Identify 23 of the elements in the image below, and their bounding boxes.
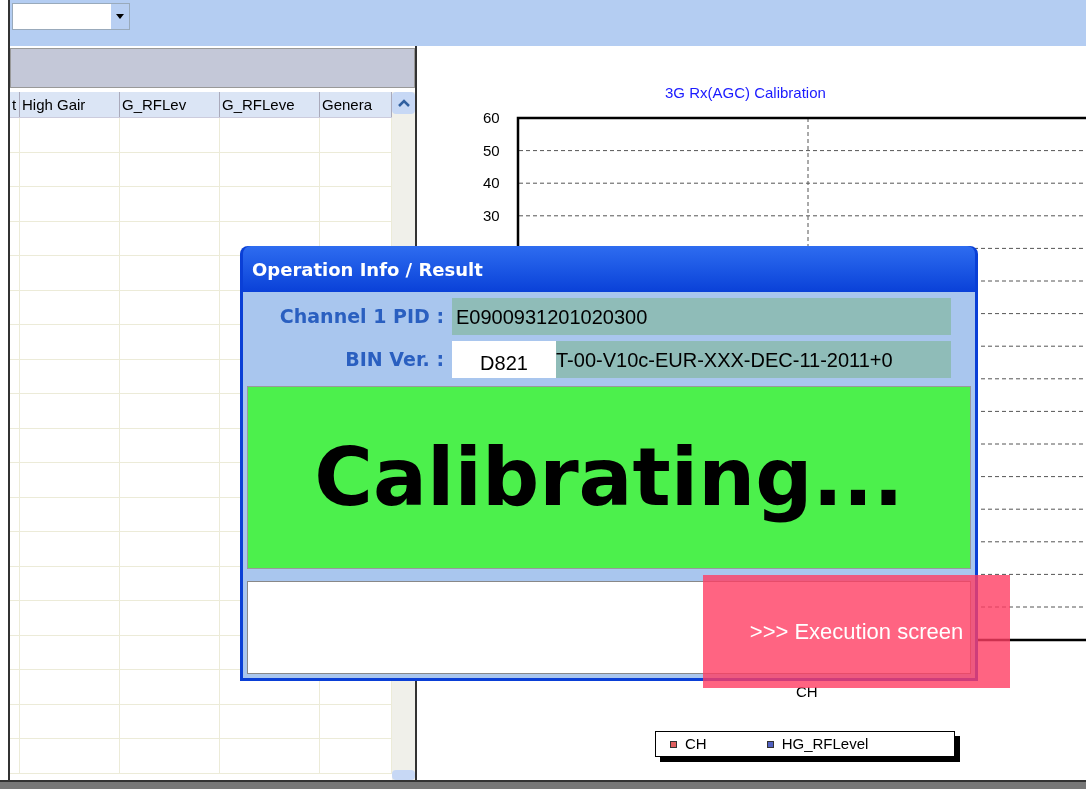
status-banner: Calibrating... [247,386,971,569]
field-value: E0900931201020300 [452,298,951,335]
chevron-up-icon [397,99,410,107]
field-label: Channel 1 PID : [278,304,445,330]
column-header[interactable]: t [10,92,20,117]
field-text: T-00-V10c-EUR-XXX-DEC-11-2011+0 [556,347,893,373]
y-tick-label: 60 [483,110,500,126]
y-tick-label: 40 [483,175,500,192]
caret-icon [116,14,124,19]
y-tick-label: 50 [483,142,500,159]
field-label: BIN Ver. : [344,347,445,373]
dialog-title: Operation Info / Result [243,246,975,292]
scroll-up-button[interactable] [392,92,415,114]
column-header[interactable]: G_RFLeve [220,92,320,117]
dropdown-button[interactable] [111,4,129,29]
column-header[interactable]: High Gair [20,92,120,117]
annotation-label: >>> Execution screen [703,575,1010,688]
y-tick-label: 30 [483,207,500,224]
redaction-label: D821 [452,341,556,378]
column-header[interactable]: G_RFLev [120,92,220,117]
chart-title: 3G Rx(AGC) Calibration [665,83,826,103]
legend-label: HG_RFLevel [781,733,869,754]
legend-label: CH [685,733,707,754]
